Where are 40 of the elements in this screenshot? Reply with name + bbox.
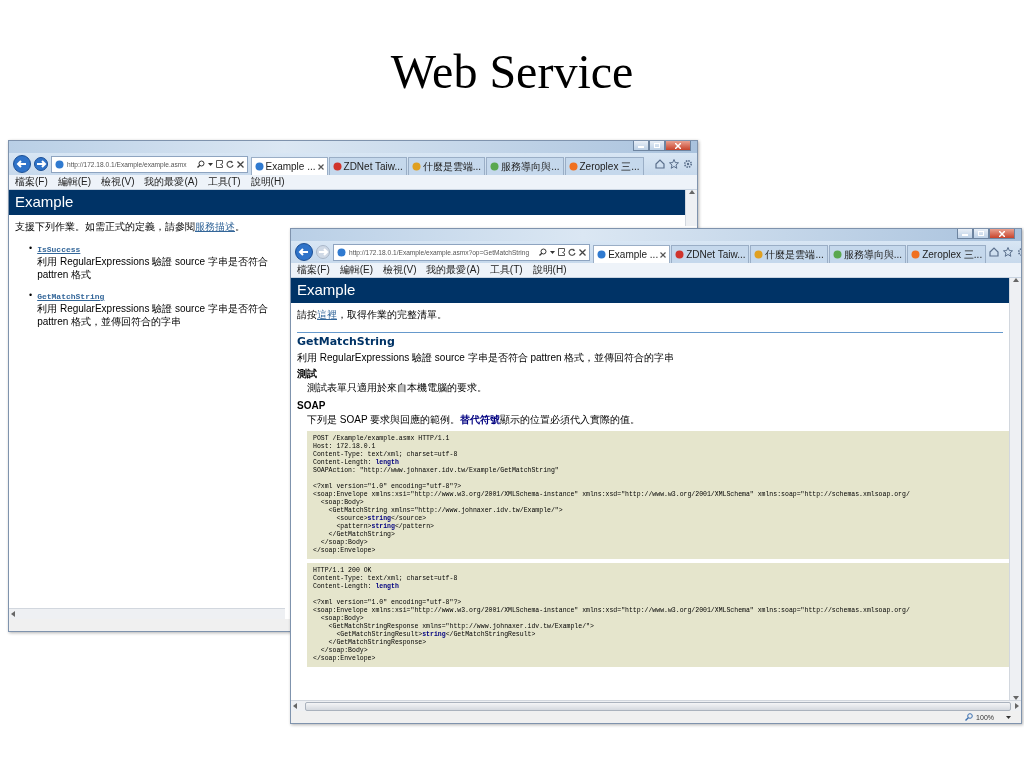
operation-description: 利用 RegularExpressions 驗證 source 字串是否符合 pattren 格式，並傳回符合的字串 [296, 351, 676, 364]
slide-title: Web Service [390, 46, 634, 99]
section-heading: 測試 [296, 367, 318, 380]
menu-item[interactable]: 說明(H) [250, 176, 285, 188]
menu-item[interactable]: 我的最愛(A) [426, 264, 480, 276]
banner-title: Example [15, 193, 74, 210]
tab[interactable]: Example ... [250, 157, 328, 175]
operation-link[interactable]: IsSuccess [37, 245, 81, 254]
operation-description: 利用 RegularExpressions 驗證 source 字串是否符合 pattren 格式，並傳回符合的字串 [37, 303, 268, 327]
tab[interactable]: 服務導向與... [486, 157, 564, 175]
banner-title: Example [297, 281, 356, 298]
tab[interactable]: 什麼是雲端... [407, 157, 486, 175]
menu-item[interactable]: 編輯(E) [57, 176, 92, 188]
bullet: • [29, 242, 33, 255]
tab[interactable]: Zeroplex 三... [564, 157, 644, 175]
menu-item[interactable]: 檢視(V) [383, 264, 417, 276]
menu-item[interactable]: 編輯(E) [339, 264, 374, 276]
tab[interactable]: Zeroplex 三... [907, 245, 987, 263]
operation-description: 利用 RegularExpressions 驗證 source 字串是否符合 pattren 格式 [37, 256, 268, 280]
menu-item[interactable]: 我的最愛(A) [144, 176, 198, 188]
tab[interactable]: ZDNet Taiw... [328, 157, 407, 175]
operation-title: GetMatchString [296, 334, 396, 350]
menu-item[interactable]: 檔案(F) [297, 264, 330, 276]
bullet: • [29, 289, 33, 302]
link[interactable]: 這裡 [317, 309, 337, 320]
section-text: 測試表單只適用於來自本機電腦的要求。 [306, 381, 488, 395]
link[interactable]: 服務描述 [195, 221, 235, 232]
intro-text: 請按這裡，取得作業的完整清單。 [296, 308, 448, 322]
tab[interactable]: ZDNet Taiw... [671, 245, 750, 263]
operation-link[interactable]: GetMatchString [37, 292, 105, 301]
tab[interactable]: Example ... [593, 245, 671, 263]
menu-item[interactable]: 工具(T) [489, 264, 523, 276]
tab[interactable]: 服務導向與... [828, 245, 907, 263]
tab[interactable]: 什麼是雲端... [750, 245, 828, 263]
section-text: 下列是 SOAP 要求與回應的範例。替代符號顯示的位置必須代入實際的值。 [306, 413, 642, 427]
menu-item[interactable]: 說明(H) [532, 264, 567, 276]
menu-item[interactable]: 檔案(F) [15, 176, 48, 188]
menu-item[interactable]: 工具(T) [207, 176, 241, 188]
section-heading: SOAP [296, 399, 327, 412]
menu-item[interactable]: 檢視(V) [101, 176, 135, 188]
